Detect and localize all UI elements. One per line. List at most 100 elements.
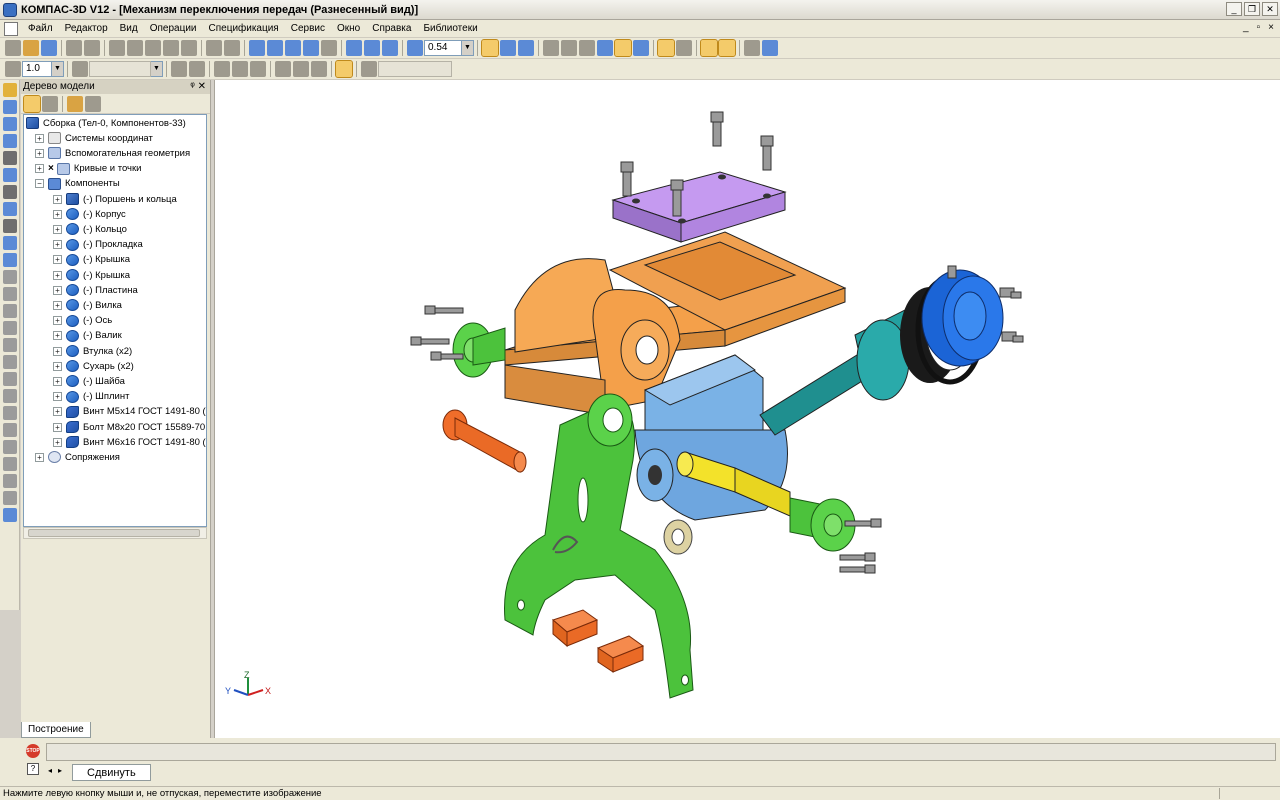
step-field[interactable]: 1.0 — [22, 61, 52, 77]
purple-cover-plate[interactable] — [611, 171, 787, 243]
tree-item[interactable]: + (-) Крышка — [53, 253, 130, 267]
expand-icon[interactable]: + — [53, 437, 62, 447]
close-icon[interactable]: ✕ — [1262, 2, 1278, 16]
panel-close-icon[interactable]: ✕ — [198, 81, 206, 92]
undo-icon[interactable] — [206, 40, 222, 56]
tree-item[interactable]: + (-) Вилка — [53, 298, 122, 312]
explode-settings-icon[interactable] — [718, 39, 736, 57]
surfaces-icon[interactable] — [3, 134, 17, 148]
properties-icon[interactable] — [163, 40, 179, 56]
filter-icon[interactable] — [657, 39, 675, 57]
perspective-icon[interactable] — [633, 40, 649, 56]
tree-structure-icon[interactable] — [42, 95, 58, 112]
tree-item[interactable]: + Сухарь (x2) — [53, 359, 134, 373]
tree-item[interactable]: + Сопряжения — [35, 450, 120, 464]
explode-view-icon[interactable] — [700, 39, 718, 57]
menu-file[interactable]: Файл — [22, 23, 59, 34]
tool-icon-19[interactable] — [3, 389, 17, 403]
help-pointer-icon[interactable] — [321, 40, 337, 56]
open-icon[interactable] — [23, 40, 39, 56]
expand-icon[interactable]: + — [53, 255, 62, 265]
local-cs-icon[interactable] — [5, 61, 21, 77]
tool-icon-21[interactable] — [3, 423, 17, 437]
tree-view-icon[interactable] — [67, 95, 83, 112]
variables-icon[interactable] — [285, 40, 301, 56]
tree-item[interactable]: + (-) Прокладка — [53, 238, 143, 252]
expand-icon[interactable]: + — [53, 300, 62, 310]
grid-icon[interactable] — [214, 61, 230, 77]
menu-editor[interactable]: Редактор — [59, 23, 114, 34]
pan-icon[interactable] — [481, 39, 499, 57]
zoom-dropdown-icon[interactable]: ▼ — [462, 40, 474, 56]
expand-icon[interactable]: + — [53, 361, 62, 371]
tool-icon-14[interactable] — [3, 304, 17, 318]
rotate-icon[interactable] — [500, 40, 516, 56]
save-icon[interactable] — [41, 40, 57, 56]
tool-icon-16[interactable] — [3, 338, 17, 352]
tree-item[interactable]: Сборка (Тел-0, Компонентов-33) — [26, 116, 186, 130]
halftone-edges-icon[interactable] — [614, 39, 632, 57]
expand-icon[interactable]: + — [53, 392, 62, 402]
tab-move-command[interactable]: Сдвинуть — [72, 764, 151, 781]
tool-icon-17[interactable] — [3, 355, 17, 369]
zoom-window-icon[interactable] — [346, 40, 362, 56]
expand-icon[interactable]: + — [35, 133, 44, 143]
minimize-icon[interactable]: _ — [1226, 2, 1242, 16]
preview-icon[interactable] — [84, 40, 100, 56]
menu-view[interactable]: Вид — [114, 23, 144, 34]
cursor-snap-icon[interactable] — [335, 60, 353, 78]
selection-icon[interactable] — [676, 40, 692, 56]
green-left-flange[interactable] — [452, 322, 506, 378]
tool-icon-22[interactable] — [3, 440, 17, 454]
stop-command-icon[interactable]: STOP — [26, 744, 40, 758]
tree-item[interactable]: + Болт М8х20 ГОСТ 15589-70 (x4) — [53, 420, 206, 434]
tool-icon-20[interactable] — [3, 406, 17, 420]
angle-icon[interactable] — [250, 61, 266, 77]
orientation-icon[interactable] — [518, 40, 534, 56]
tree-item[interactable]: + (-) Валик — [53, 329, 122, 343]
tree-item[interactable]: + (-) Шайба — [53, 374, 125, 388]
tool-icon-26[interactable] — [3, 508, 17, 522]
expand-icon[interactable]: + — [35, 164, 44, 174]
menu-libraries[interactable]: Библиотеки — [417, 23, 483, 34]
tool-icon-18[interactable] — [3, 372, 17, 386]
document-icon[interactable] — [4, 21, 18, 36]
tool-icon-12[interactable] — [3, 270, 17, 284]
ortho-icon[interactable] — [171, 61, 187, 77]
menu-help[interactable]: Справка — [366, 23, 417, 34]
step-dropdown-icon[interactable]: ▼ — [52, 61, 64, 77]
tool-icon-15[interactable] — [3, 321, 17, 335]
designations-icon[interactable] — [3, 253, 17, 267]
tree-item[interactable]: + Винт М5х14 ГОСТ 1491-80 (x8) — [53, 405, 206, 419]
pin-icon[interactable]: ᵠ — [190, 81, 194, 92]
parts-icon[interactable] — [3, 100, 17, 114]
zoom-out-icon[interactable] — [382, 40, 398, 56]
expand-icon[interactable]: + — [53, 346, 62, 356]
arrays-icon[interactable] — [3, 151, 17, 165]
menu-operations[interactable]: Операции — [144, 23, 203, 34]
yellow-washer[interactable] — [663, 519, 693, 555]
spec-icon[interactable] — [744, 40, 760, 56]
hidden-lines-icon[interactable] — [561, 40, 577, 56]
axis-z-icon[interactable] — [311, 61, 327, 77]
restore-icon[interactable]: ❐ — [1244, 2, 1260, 16]
tree-item[interactable]: + (-) Кольцо — [53, 222, 127, 236]
expand-icon[interactable]: + — [53, 209, 62, 219]
zoom-in-icon[interactable] — [364, 40, 380, 56]
menu-service[interactable]: Сервис — [285, 23, 331, 34]
mdi-restore-icon[interactable]: ▫ — [1257, 22, 1261, 33]
expand-icon[interactable]: + — [53, 285, 62, 295]
tree-item[interactable]: + Системы координат — [35, 131, 153, 145]
tree-item[interactable]: − Компоненты — [35, 177, 120, 191]
expand-icon[interactable]: + — [53, 240, 62, 250]
tool-icon-23[interactable] — [3, 457, 17, 471]
expand-icon[interactable]: + — [53, 422, 62, 432]
new-document-icon[interactable] — [5, 40, 21, 56]
coordinates-field[interactable] — [378, 61, 452, 77]
menu-specification[interactable]: Спецификация — [203, 23, 285, 34]
tree-item[interactable]: + (-) Поршень и кольца — [53, 192, 177, 206]
axis-y-icon[interactable] — [293, 61, 309, 77]
tool-icon-24[interactable] — [3, 474, 17, 488]
halftone-icon[interactable] — [597, 40, 613, 56]
library-icon[interactable] — [267, 40, 283, 56]
